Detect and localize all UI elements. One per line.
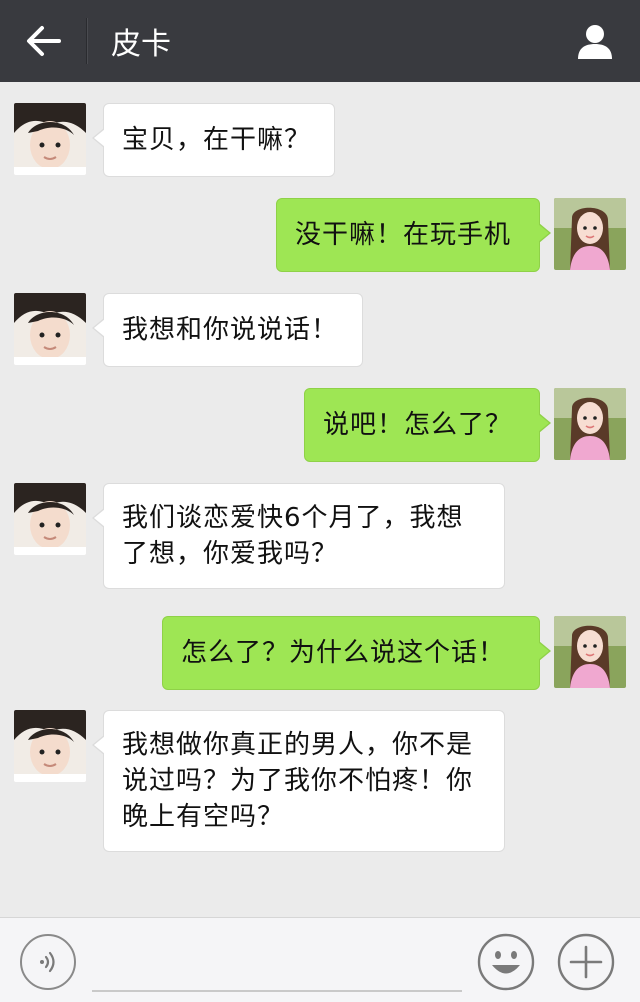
message-bubble-sent[interactable]: 没干嘛！在玩手机 (276, 198, 551, 272)
message-input[interactable] (92, 932, 462, 992)
voice-icon (40, 951, 55, 973)
message-bubble-received[interactable]: 宝贝，在干嘛？ (92, 103, 335, 177)
plus-icon (557, 933, 615, 991)
message-bubble-received[interactable]: 我想做你真正的男人，你不是说过吗？为了我你不怕疼！你晚上有空吗？ (92, 710, 505, 852)
self-avatar[interactable] (554, 616, 626, 688)
contact-avatar[interactable] (14, 483, 86, 555)
input-bar (0, 917, 640, 1002)
chat-title: 皮卡 (111, 27, 171, 62)
message-bubble-sent[interactable]: 怎么了？为什么说这个话！ (162, 616, 551, 690)
more-button[interactable] (556, 932, 616, 992)
back-button[interactable] (0, 0, 86, 82)
back-arrow-icon (27, 26, 61, 56)
contact-avatar[interactable] (14, 293, 86, 365)
chat-header: 皮卡 (0, 0, 640, 82)
contact-avatar[interactable] (14, 710, 86, 782)
self-avatar[interactable] (554, 198, 626, 270)
message-bubble-received[interactable]: 我们谈恋爱快6个月了，我想了想，你爱我吗？ (92, 483, 505, 589)
profile-button[interactable] (550, 0, 640, 82)
self-avatar[interactable] (554, 388, 626, 460)
person-icon (578, 25, 612, 59)
chat-area[interactable]: 宝贝，在干嘛？ 没干嘛！在玩手机 我想和你说说话！ 说吧！怎么了？ 我们谈恋爱快… (0, 82, 640, 917)
voice-button[interactable] (20, 934, 76, 990)
emoji-button[interactable] (476, 932, 536, 992)
smiley-face-icon (477, 933, 535, 991)
contact-avatar[interactable] (14, 103, 86, 175)
header-divider (86, 18, 87, 64)
message-bubble-sent[interactable]: 说吧！怎么了？ (304, 388, 551, 462)
message-bubble-received[interactable]: 我想和你说说话！ (92, 293, 363, 367)
